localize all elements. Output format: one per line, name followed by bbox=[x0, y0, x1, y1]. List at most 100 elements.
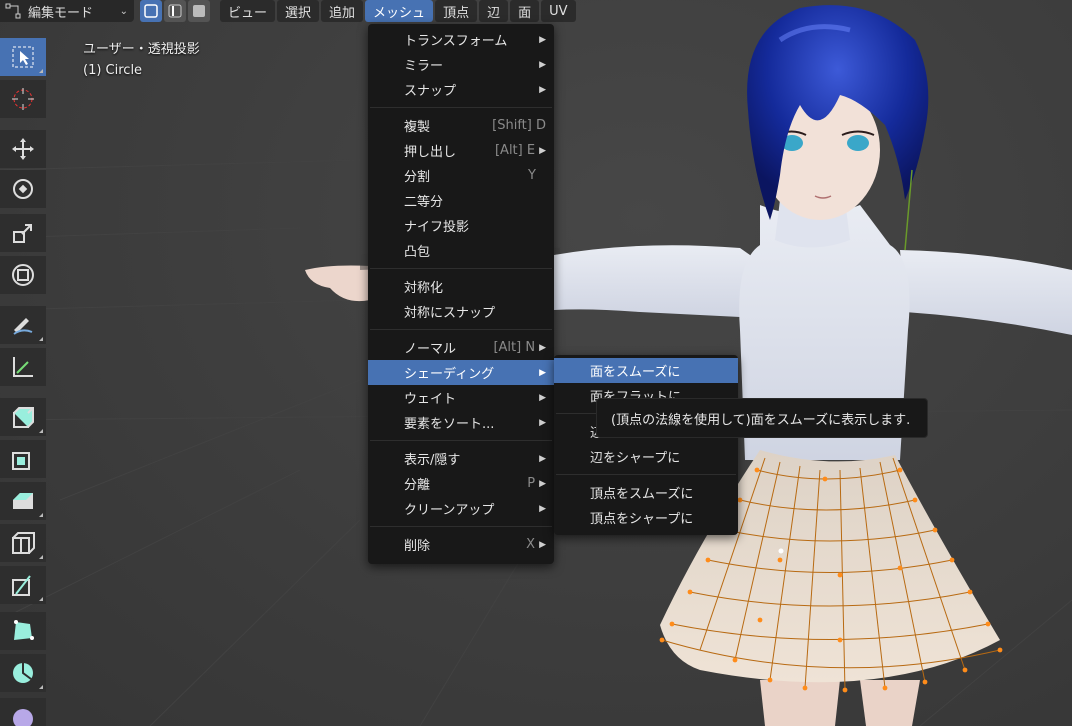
menu-item-convex-hull[interactable]: 凸包 bbox=[368, 238, 554, 263]
menu-item-label: 要素をソート... bbox=[404, 417, 495, 432]
menu-item-shortcut: [Alt] N bbox=[493, 340, 536, 355]
menu-item-separate[interactable]: 分離 P ▶ bbox=[368, 471, 554, 496]
menu-item-label: トランスフォーム bbox=[404, 34, 508, 49]
vertex-select-icon bbox=[144, 4, 158, 18]
tool-extrude[interactable] bbox=[0, 398, 46, 436]
header-menu-bar: ビュー 選択 追加 メッシュ 頂点 辺 面 UV bbox=[220, 0, 576, 22]
menu-separator bbox=[370, 107, 552, 108]
tool-move[interactable] bbox=[0, 130, 46, 168]
menu-item-shade-smooth-faces[interactable]: 面をスムーズに bbox=[554, 358, 738, 383]
menu-separator bbox=[370, 440, 552, 441]
tool-bevel[interactable] bbox=[0, 482, 46, 520]
submenu-arrow-icon: ▶ bbox=[539, 367, 546, 378]
menu-uv[interactable]: UV bbox=[541, 0, 576, 22]
menu-item-label: 面をスムーズに bbox=[590, 365, 681, 380]
tool-knife[interactable] bbox=[0, 566, 46, 604]
menu-item-label: 対称にスナップ bbox=[404, 306, 496, 321]
tool-loop-cut[interactable] bbox=[0, 524, 46, 562]
menu-item-label: ミラー bbox=[404, 59, 444, 74]
menu-edge[interactable]: 辺 bbox=[479, 0, 509, 22]
menu-item-label: 表示/隠す bbox=[404, 453, 461, 468]
menu-item-normals[interactable]: ノーマル [Alt] N ▶ bbox=[368, 335, 554, 360]
menu-item-label: 押し出し bbox=[404, 145, 457, 160]
menu-separator bbox=[370, 329, 552, 330]
menu-item-transform[interactable]: トランスフォーム ▶ bbox=[368, 27, 554, 52]
submenu-arrow-icon: ▶ bbox=[539, 84, 546, 95]
menu-item-label: シェーディング bbox=[404, 367, 495, 382]
edit-mode-icon bbox=[5, 3, 21, 19]
menu-item-label: 削除 bbox=[404, 539, 431, 554]
menu-item-mirror[interactable]: ミラー ▶ bbox=[368, 52, 554, 77]
submenu-arrow-icon: ▶ bbox=[539, 59, 546, 70]
menu-item-sharp-vertices[interactable]: 頂点をシャープに bbox=[554, 505, 738, 530]
menu-item-bisect[interactable]: 二等分 bbox=[368, 188, 554, 213]
menu-item-sort-elements[interactable]: 要素をソート... ▶ bbox=[368, 410, 554, 435]
chevron-down-icon: ⌄ bbox=[119, 5, 128, 17]
tool-inset[interactable] bbox=[0, 440, 46, 478]
menu-item-label: クリーンアップ bbox=[404, 503, 495, 518]
tool-spin[interactable] bbox=[0, 654, 46, 692]
tool-smooth[interactable] bbox=[0, 698, 46, 726]
active-object-label: (1) Circle bbox=[83, 63, 143, 78]
menu-view[interactable]: ビュー bbox=[220, 0, 276, 22]
menu-item-label: 凸包 bbox=[404, 245, 431, 260]
menu-item-clean-up[interactable]: クリーンアップ ▶ bbox=[368, 496, 554, 521]
extrude-icon bbox=[13, 407, 34, 428]
poly-build-icon bbox=[14, 620, 34, 640]
measure-icon bbox=[13, 357, 33, 377]
menu-item-shortcut: X bbox=[526, 537, 536, 552]
menu-item-split[interactable]: 分割 Y bbox=[368, 163, 554, 188]
bevel-icon bbox=[13, 493, 33, 509]
loop-cut-icon bbox=[12, 532, 35, 554]
menu-item-duplicate[interactable]: 複製 [Shift] D bbox=[368, 113, 554, 138]
tool-measure[interactable] bbox=[0, 348, 46, 386]
tool-transform[interactable] bbox=[0, 256, 46, 294]
menu-separator bbox=[370, 268, 552, 269]
menu-face[interactable]: 面 bbox=[510, 0, 540, 22]
menu-vertex[interactable]: 頂点 bbox=[435, 0, 478, 22]
menu-item-snap[interactable]: スナップ ▶ bbox=[368, 77, 554, 102]
menu-item-weights[interactable]: ウェイト ▶ bbox=[368, 385, 554, 410]
edge-select-button[interactable] bbox=[164, 0, 186, 22]
face-select-button[interactable] bbox=[188, 0, 210, 22]
tool-annotate[interactable] bbox=[0, 306, 46, 344]
tool-poly-build[interactable] bbox=[0, 612, 46, 650]
face-select-icon bbox=[193, 5, 205, 17]
menu-mesh[interactable]: メッシュ bbox=[365, 0, 434, 22]
menu-separator bbox=[556, 474, 736, 475]
menu-select[interactable]: 選択 bbox=[277, 0, 320, 22]
menu-item-snap-symmetry[interactable]: 対称にスナップ bbox=[368, 299, 554, 324]
menu-item-label: 分割 bbox=[404, 170, 431, 185]
menu-item-extrude[interactable]: 押し出し [Alt] E ▶ bbox=[368, 138, 554, 163]
tool-cursor[interactable] bbox=[0, 80, 46, 118]
menu-add[interactable]: 追加 bbox=[321, 0, 364, 22]
tool-rotate[interactable] bbox=[0, 170, 46, 208]
mode-dropdown[interactable]: 編集モード ⌄ bbox=[0, 0, 134, 22]
menu-item-knife-project[interactable]: ナイフ投影 bbox=[368, 213, 554, 238]
tooltip: (頂点の法線を使用して)面をスムーズに表示します. bbox=[596, 398, 928, 438]
menu-item-label: ノーマル bbox=[404, 342, 457, 357]
menu-item-shortcut: [Alt] E bbox=[494, 143, 536, 158]
menu-item-label: 辺をシャープに bbox=[590, 451, 681, 466]
menu-item-delete[interactable]: 削除 X ▶ bbox=[368, 532, 554, 557]
menu-item-shading[interactable]: シェーディング ▶ bbox=[368, 360, 554, 385]
spin-icon bbox=[13, 663, 33, 683]
shading-submenu: 面をスムーズに 面をフラットに 辺をスムーズに 辺をシャープに 頂点をスムーズに… bbox=[554, 355, 738, 535]
cursor-icon bbox=[12, 88, 34, 110]
menu-item-label: 対称化 bbox=[404, 281, 444, 296]
submenu-arrow-icon: ▶ bbox=[539, 417, 546, 428]
menu-item-sharp-edges[interactable]: 辺をシャープに bbox=[554, 444, 738, 469]
menu-item-label: 分離 bbox=[404, 478, 431, 493]
menu-item-show-hide[interactable]: 表示/隠す ▶ bbox=[368, 446, 554, 471]
mesh-menu: トランスフォーム ▶ ミラー ▶ スナップ ▶ 複製 [Shift] D 押し出し [Al… bbox=[368, 24, 554, 564]
menu-item-label: 頂点をシャープに bbox=[590, 512, 694, 527]
submenu-arrow-icon: ▶ bbox=[539, 342, 546, 353]
tool-select-box[interactable] bbox=[0, 38, 46, 76]
vertex-select-button[interactable] bbox=[140, 0, 162, 22]
submenu-arrow-icon: ▶ bbox=[539, 503, 546, 514]
tool-scale[interactable] bbox=[0, 214, 46, 252]
menu-item-smooth-vertices[interactable]: 頂点をスムーズに bbox=[554, 480, 738, 505]
menu-item-symmetrize[interactable]: 対称化 bbox=[368, 274, 554, 299]
inset-icon bbox=[12, 452, 30, 470]
menu-item-label: 二等分 bbox=[404, 195, 444, 210]
